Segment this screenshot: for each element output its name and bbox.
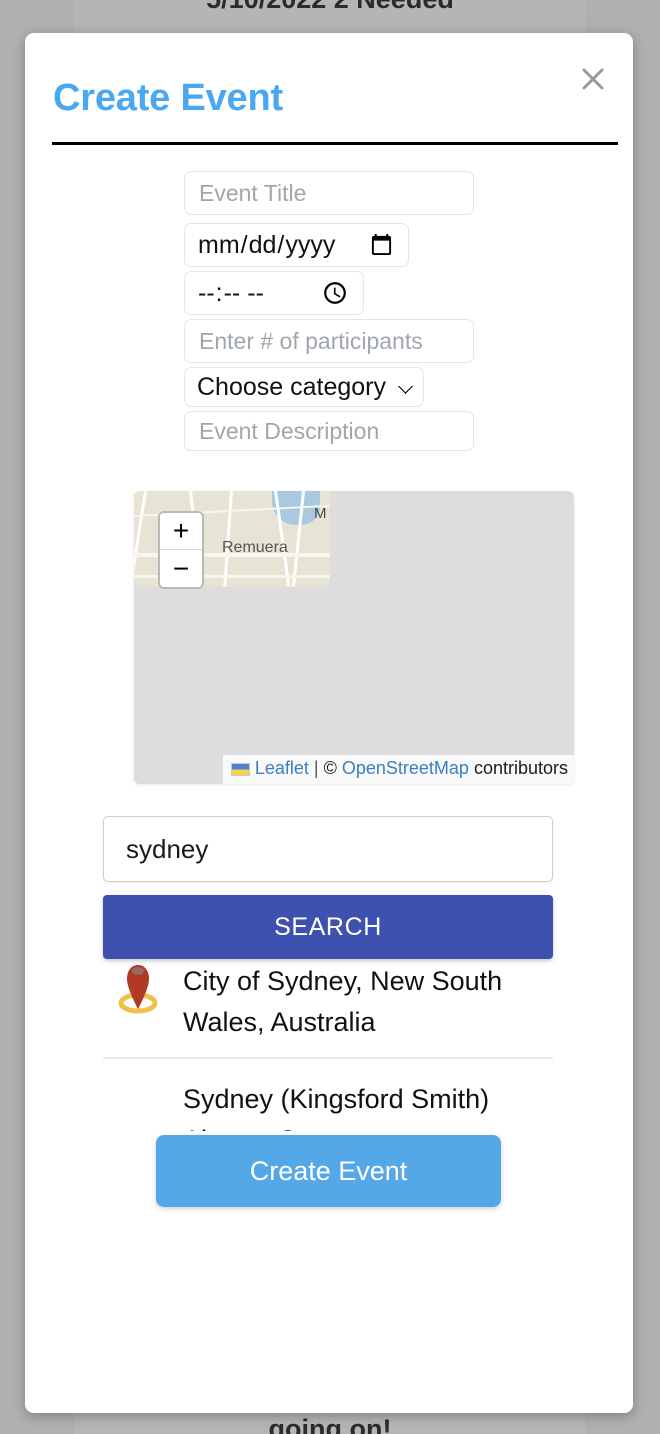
date-field-row <box>25 223 633 271</box>
zoom-in-button[interactable]: + <box>160 513 202 550</box>
event-description-input[interactable] <box>184 411 474 451</box>
participants-field-row <box>25 319 633 367</box>
map-label-partial: M <box>314 505 327 522</box>
map-attribution: Leaflet | © OpenStreetMap contributors <box>222 755 574 784</box>
location-search-input[interactable] <box>103 816 553 882</box>
attribution-separator: | <box>313 758 319 779</box>
participants-input[interactable] <box>184 319 474 363</box>
leaflet-link[interactable]: Leaflet <box>255 758 309 780</box>
create-event-button[interactable]: Create Event <box>156 1135 501 1207</box>
create-event-modal: Create Event Event Title dd/mm/yyyy --:-… <box>25 33 633 1413</box>
page-title: Create Event <box>53 77 283 119</box>
time-field-row <box>25 271 633 319</box>
modal-header: Create Event <box>25 33 633 145</box>
search-result-label: City of Sydney, New South Wales, Austral… <box>183 966 503 1037</box>
background-text-top: 5/10/2022 2 Needed <box>0 0 660 15</box>
description-field-row <box>25 411 633 451</box>
close-button[interactable] <box>573 59 613 99</box>
search-result-item[interactable]: City of Sydney, New South Wales, Austral… <box>103 961 553 1057</box>
attribution-contributors: contributors <box>473 758 568 779</box>
openstreetmap-link[interactable]: OpenStreetMap <box>342 758 469 780</box>
map-label-remuera: Remuera <box>222 539 288 556</box>
event-date-input[interactable] <box>184 223 409 267</box>
zoom-out-button[interactable]: − <box>160 550 202 587</box>
page-root: 5/10/2022 2 Needed going on! Create Even… <box>0 0 660 1434</box>
event-title-input[interactable] <box>184 171 474 215</box>
search-button[interactable]: SEARCH <box>103 895 553 959</box>
title-field-row <box>25 171 633 223</box>
ukraine-flag-icon <box>230 762 250 776</box>
category-field-row: Choose category <box>25 367 633 411</box>
header-divider <box>52 142 618 145</box>
close-icon <box>578 64 608 94</box>
event-time-input[interactable] <box>184 271 364 315</box>
event-form: Choose category <box>25 171 633 451</box>
map-marker-icon <box>103 961 173 1015</box>
category-select[interactable]: Choose category <box>184 367 424 407</box>
location-map[interactable]: M Remuera + − Leaflet | © OpenStreetMap … <box>134 491 574 784</box>
background-text-bottom: going on! <box>268 1414 392 1434</box>
map-zoom-control: + − <box>158 511 204 589</box>
copyright-symbol: © <box>323 758 337 779</box>
